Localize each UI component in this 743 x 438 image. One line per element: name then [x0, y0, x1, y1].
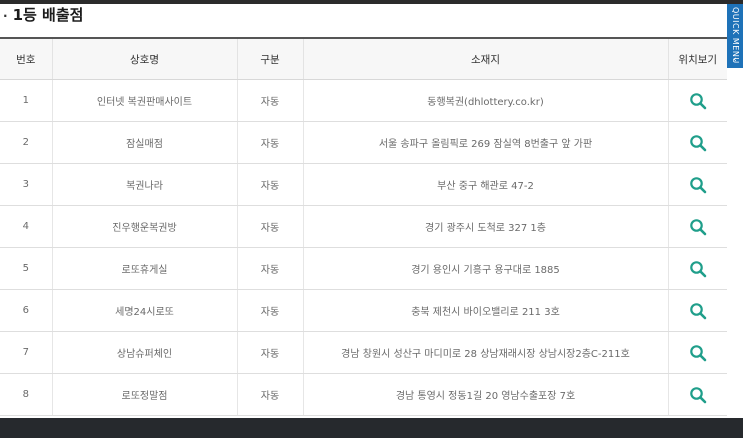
search-icon[interactable]: [689, 218, 707, 236]
row-number: 5: [0, 247, 52, 290]
search-icon[interactable]: [689, 176, 707, 194]
header-map-view: 위치보기: [667, 37, 727, 80]
row-map-view: [667, 247, 727, 290]
row-store-name: 복권나라: [51, 163, 237, 206]
row-number: 6: [0, 289, 52, 332]
row-type: 자동: [236, 205, 303, 248]
row-number: 1: [0, 79, 52, 122]
search-icon[interactable]: [689, 260, 707, 278]
title-text: 1등 배출점: [12, 6, 84, 24]
table-row: 8 로또정말점 자동 경남 통영시 정동1길 20 영남수출포장 7호: [0, 373, 727, 416]
row-type: 자동: [236, 247, 303, 290]
header-store-name: 상호명: [51, 37, 237, 80]
row-store-name: 상남슈퍼체인: [51, 331, 237, 374]
row-address: 동행복권(dhlottery.co.kr): [302, 79, 668, 122]
row-type: 자동: [236, 289, 303, 332]
row-type: 자동: [236, 331, 303, 374]
header-type: 구분: [236, 37, 303, 80]
header-address: 소재지: [302, 37, 668, 80]
table-row: 1 인터넷 복권판매사이트 자동 동행복권(dhlottery.co.kr): [0, 79, 727, 122]
title-bullet: ·: [3, 9, 8, 23]
section-title: · 1등 배출점: [0, 4, 83, 30]
row-map-view: [667, 163, 727, 206]
table-row: 2 잠실매점 자동 서울 송파구 올림픽로 269 잠실역 8번출구 앞 가판: [0, 121, 727, 164]
header-number: 번호: [0, 37, 52, 80]
table-header-row: 번호 상호명 구분 소재지 위치보기: [0, 37, 727, 80]
row-address: 충북 제천시 바이오밸리로 211 3호: [302, 289, 668, 332]
row-map-view: [667, 373, 727, 416]
row-number: 8: [0, 373, 52, 416]
search-icon[interactable]: [689, 92, 707, 110]
search-icon[interactable]: [689, 134, 707, 152]
winning-stores-table: 번호 상호명 구분 소재지 위치보기 1 인터넷 복권판매사이트 자동 동행복권(dh…: [0, 37, 727, 416]
row-store-name: 진우행운복권방: [51, 205, 237, 248]
row-map-view: [667, 331, 727, 374]
quick-menu-tab[interactable]: QUICK MENU ‹: [727, 4, 743, 68]
search-icon[interactable]: [689, 344, 707, 362]
row-address: 부산 중구 해관로 47-2: [302, 163, 668, 206]
row-map-view: [667, 205, 727, 248]
row-number: 3: [0, 163, 52, 206]
row-number: 7: [0, 331, 52, 374]
row-address: 경기 광주시 도척로 327 1층: [302, 205, 668, 248]
row-store-name: 인터넷 복권판매사이트: [51, 79, 237, 122]
row-store-name: 로또정말점: [51, 373, 237, 416]
row-type: 자동: [236, 163, 303, 206]
row-number: 4: [0, 205, 52, 248]
row-type: 자동: [236, 79, 303, 122]
search-icon[interactable]: [689, 302, 707, 320]
top-dark-band: [0, 0, 743, 4]
row-address: 경남 통영시 정동1길 20 영남수출포장 7호: [302, 373, 668, 416]
row-map-view: [667, 121, 727, 164]
row-type: 자동: [236, 373, 303, 416]
table-row: 6 세명24시로또 자동 충북 제천시 바이오밸리로 211 3호: [0, 289, 727, 332]
row-type: 자동: [236, 121, 303, 164]
row-number: 2: [0, 121, 52, 164]
table-row: 7 상남슈퍼체인 자동 경남 창원시 성산구 마디미로 28 상남재래시장 상남시장2…: [0, 331, 727, 374]
table-row: 5 로또휴게실 자동 경기 용인시 기흥구 용구대로 1885: [0, 247, 727, 290]
row-map-view: [667, 289, 727, 332]
search-icon[interactable]: [689, 386, 707, 404]
bottom-dark-band: [0, 418, 743, 438]
row-store-name: 세명24시로또: [51, 289, 237, 332]
row-address: 서울 송파구 올림픽로 269 잠실역 8번출구 앞 가판: [302, 121, 668, 164]
table-row: 3 복권나라 자동 부산 중구 해관로 47-2: [0, 163, 727, 206]
chevron-left-icon: ‹: [733, 55, 737, 65]
row-address: 경기 용인시 기흥구 용구대로 1885: [302, 247, 668, 290]
row-map-view: [667, 79, 727, 122]
table-row: 4 진우행운복권방 자동 경기 광주시 도척로 327 1층: [0, 205, 727, 248]
row-store-name: 로또휴게실: [51, 247, 237, 290]
row-address: 경남 창원시 성산구 마디미로 28 상남재래시장 상남시장2층C-211호: [302, 331, 668, 374]
row-store-name: 잠실매점: [51, 121, 237, 164]
